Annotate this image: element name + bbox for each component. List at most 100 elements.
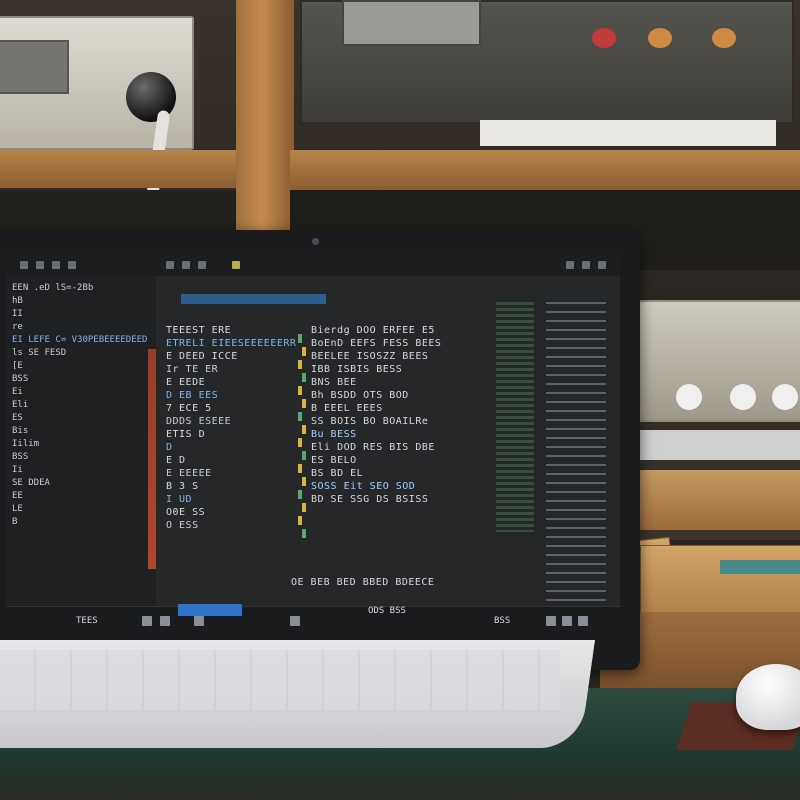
text-line: LE bbox=[12, 504, 23, 514]
wooden-box bbox=[640, 545, 800, 617]
tray-icon[interactable] bbox=[578, 616, 588, 626]
file-tree: EEN .eD lS=-2Bb hB II re EI LEFE C= V30PEBEE… bbox=[12, 282, 147, 529]
text-line: ES bbox=[12, 413, 23, 423]
text-line: B EEEL EEES bbox=[311, 403, 383, 414]
orange-indicator-lamp bbox=[712, 28, 736, 48]
syntax-marker bbox=[302, 477, 306, 486]
syntax-marker bbox=[302, 529, 306, 538]
taskbar-icon[interactable] bbox=[194, 616, 204, 626]
text-line: ES BELO bbox=[311, 455, 357, 466]
file-explorer: EEN .eD lS=-2Bb hB II re EI LEFE C= V30PEBEE… bbox=[6, 276, 157, 606]
text-line: SOSS Eit SEO SOD bbox=[311, 481, 416, 492]
text-line: re bbox=[12, 322, 23, 332]
text-line: BSS bbox=[12, 374, 29, 384]
taskbar-icon[interactable] bbox=[160, 616, 170, 626]
text-line: I UD bbox=[166, 494, 193, 505]
text-line: Bh BSDD OTS BOD bbox=[311, 390, 409, 401]
status-bar bbox=[6, 606, 620, 638]
menu-icon[interactable] bbox=[52, 261, 60, 269]
syntax-marker bbox=[298, 360, 302, 369]
code-column-left: TEEEST ERE ETRELI EIEESEEEEEERR E DEED ICC… bbox=[166, 324, 296, 532]
taskbar-icon[interactable] bbox=[142, 616, 152, 626]
paper-label bbox=[480, 120, 776, 146]
window-titlebar bbox=[6, 254, 620, 277]
editor-line-highlight bbox=[166, 306, 486, 320]
status-center-label: ODS BSS bbox=[368, 606, 406, 616]
syntax-marker bbox=[298, 412, 302, 421]
text-line: DDDS ESEEE bbox=[166, 416, 232, 427]
text-line: hB bbox=[12, 296, 23, 306]
menu-icon[interactable] bbox=[36, 261, 44, 269]
syntax-marker bbox=[298, 386, 302, 395]
selected-tab[interactable] bbox=[181, 294, 326, 304]
text-line: Ei bbox=[12, 387, 23, 397]
connector bbox=[676, 384, 702, 410]
text-line: ls SE FESD bbox=[12, 348, 67, 358]
text-line: TEEEST ERE bbox=[166, 325, 232, 336]
syntax-marker bbox=[298, 464, 302, 473]
laptop-keyboard[interactable] bbox=[0, 650, 560, 710]
text-line: Bis bbox=[12, 426, 29, 436]
text-line: O0E SS bbox=[166, 507, 206, 518]
computer-mouse[interactable] bbox=[736, 664, 800, 730]
instrument-display bbox=[0, 40, 69, 94]
text-line: BD SE SSG DS BSISS bbox=[311, 494, 429, 505]
syntax-marker bbox=[298, 438, 302, 447]
text-line: D EB EES bbox=[166, 390, 219, 401]
instrument-panel bbox=[342, 0, 481, 46]
wooden-post bbox=[236, 0, 294, 240]
box-label bbox=[720, 560, 800, 574]
syntax-marker bbox=[302, 451, 306, 460]
connector bbox=[730, 384, 756, 410]
text-line: Bierdg DOO ERFEE E5 bbox=[311, 325, 435, 336]
toolbar-icon[interactable] bbox=[232, 261, 240, 269]
taskbar-icon[interactable] bbox=[290, 616, 300, 626]
text-line: IBB ISBIS BESS bbox=[311, 364, 403, 375]
text-line: Eli bbox=[12, 400, 29, 410]
text-line: D bbox=[166, 442, 173, 453]
text-line: ETIS D bbox=[166, 429, 206, 440]
maximize-icon[interactable] bbox=[582, 261, 590, 269]
text-line: SE DDEA bbox=[12, 478, 50, 488]
syntax-marker bbox=[298, 516, 302, 525]
minimap-strip bbox=[496, 302, 534, 532]
code-column-right: Bierdg DOO ERFEE E5 BoEnD EEFS FESS BEES B… bbox=[311, 324, 441, 506]
text-line: O ESS bbox=[166, 520, 199, 531]
rack-shelf-metal bbox=[620, 430, 800, 460]
tray-icon[interactable] bbox=[562, 616, 572, 626]
text-line: BNS BEE bbox=[311, 377, 357, 388]
minimize-icon[interactable] bbox=[566, 261, 574, 269]
text-line: B 3 S bbox=[166, 481, 199, 492]
text-line: EI LEFE C= V30PEBEEEEDEED bbox=[12, 335, 148, 345]
syntax-marker bbox=[302, 373, 306, 382]
close-icon[interactable] bbox=[598, 261, 606, 269]
syntax-marker bbox=[302, 503, 306, 512]
text-line: II bbox=[12, 309, 23, 319]
text-line: 7 ECE 5 bbox=[166, 403, 212, 414]
menu-icon[interactable] bbox=[68, 261, 76, 269]
text-line: Eli DOD RES BIS DBE bbox=[311, 442, 435, 453]
menu-icon[interactable] bbox=[20, 261, 28, 269]
text-line: BS BD EL bbox=[311, 468, 364, 479]
shelf-shadow bbox=[0, 190, 240, 234]
orange-indicator-lamp bbox=[648, 28, 672, 48]
tray-icon[interactable] bbox=[546, 616, 556, 626]
red-indicator-lamp bbox=[592, 28, 616, 48]
output-line: OE BEB BED BBED BDEECE bbox=[291, 577, 435, 588]
connector bbox=[772, 384, 798, 410]
toolbar-icon[interactable] bbox=[166, 261, 174, 269]
text-line: BoEnD EEFS FESS BEES bbox=[311, 338, 442, 349]
toolbar-icon[interactable] bbox=[198, 261, 206, 269]
text-line: BEELEE ISOSZZ BEES bbox=[311, 351, 429, 362]
syntax-marker bbox=[302, 425, 306, 434]
active-window-button[interactable] bbox=[178, 604, 242, 616]
text-line: E DEED ICCE bbox=[166, 351, 238, 362]
toolbar-icon[interactable] bbox=[182, 261, 190, 269]
status-right-label: BSS bbox=[494, 616, 511, 626]
syntax-marker bbox=[302, 347, 306, 356]
text-line: Ir TE ER bbox=[166, 364, 219, 375]
text-line: ETRELI EIEESEEEEEERR bbox=[166, 338, 297, 349]
shelf-board-left bbox=[0, 150, 240, 188]
minimap[interactable] bbox=[546, 302, 606, 602]
text-line: Bu BESS bbox=[311, 429, 357, 440]
